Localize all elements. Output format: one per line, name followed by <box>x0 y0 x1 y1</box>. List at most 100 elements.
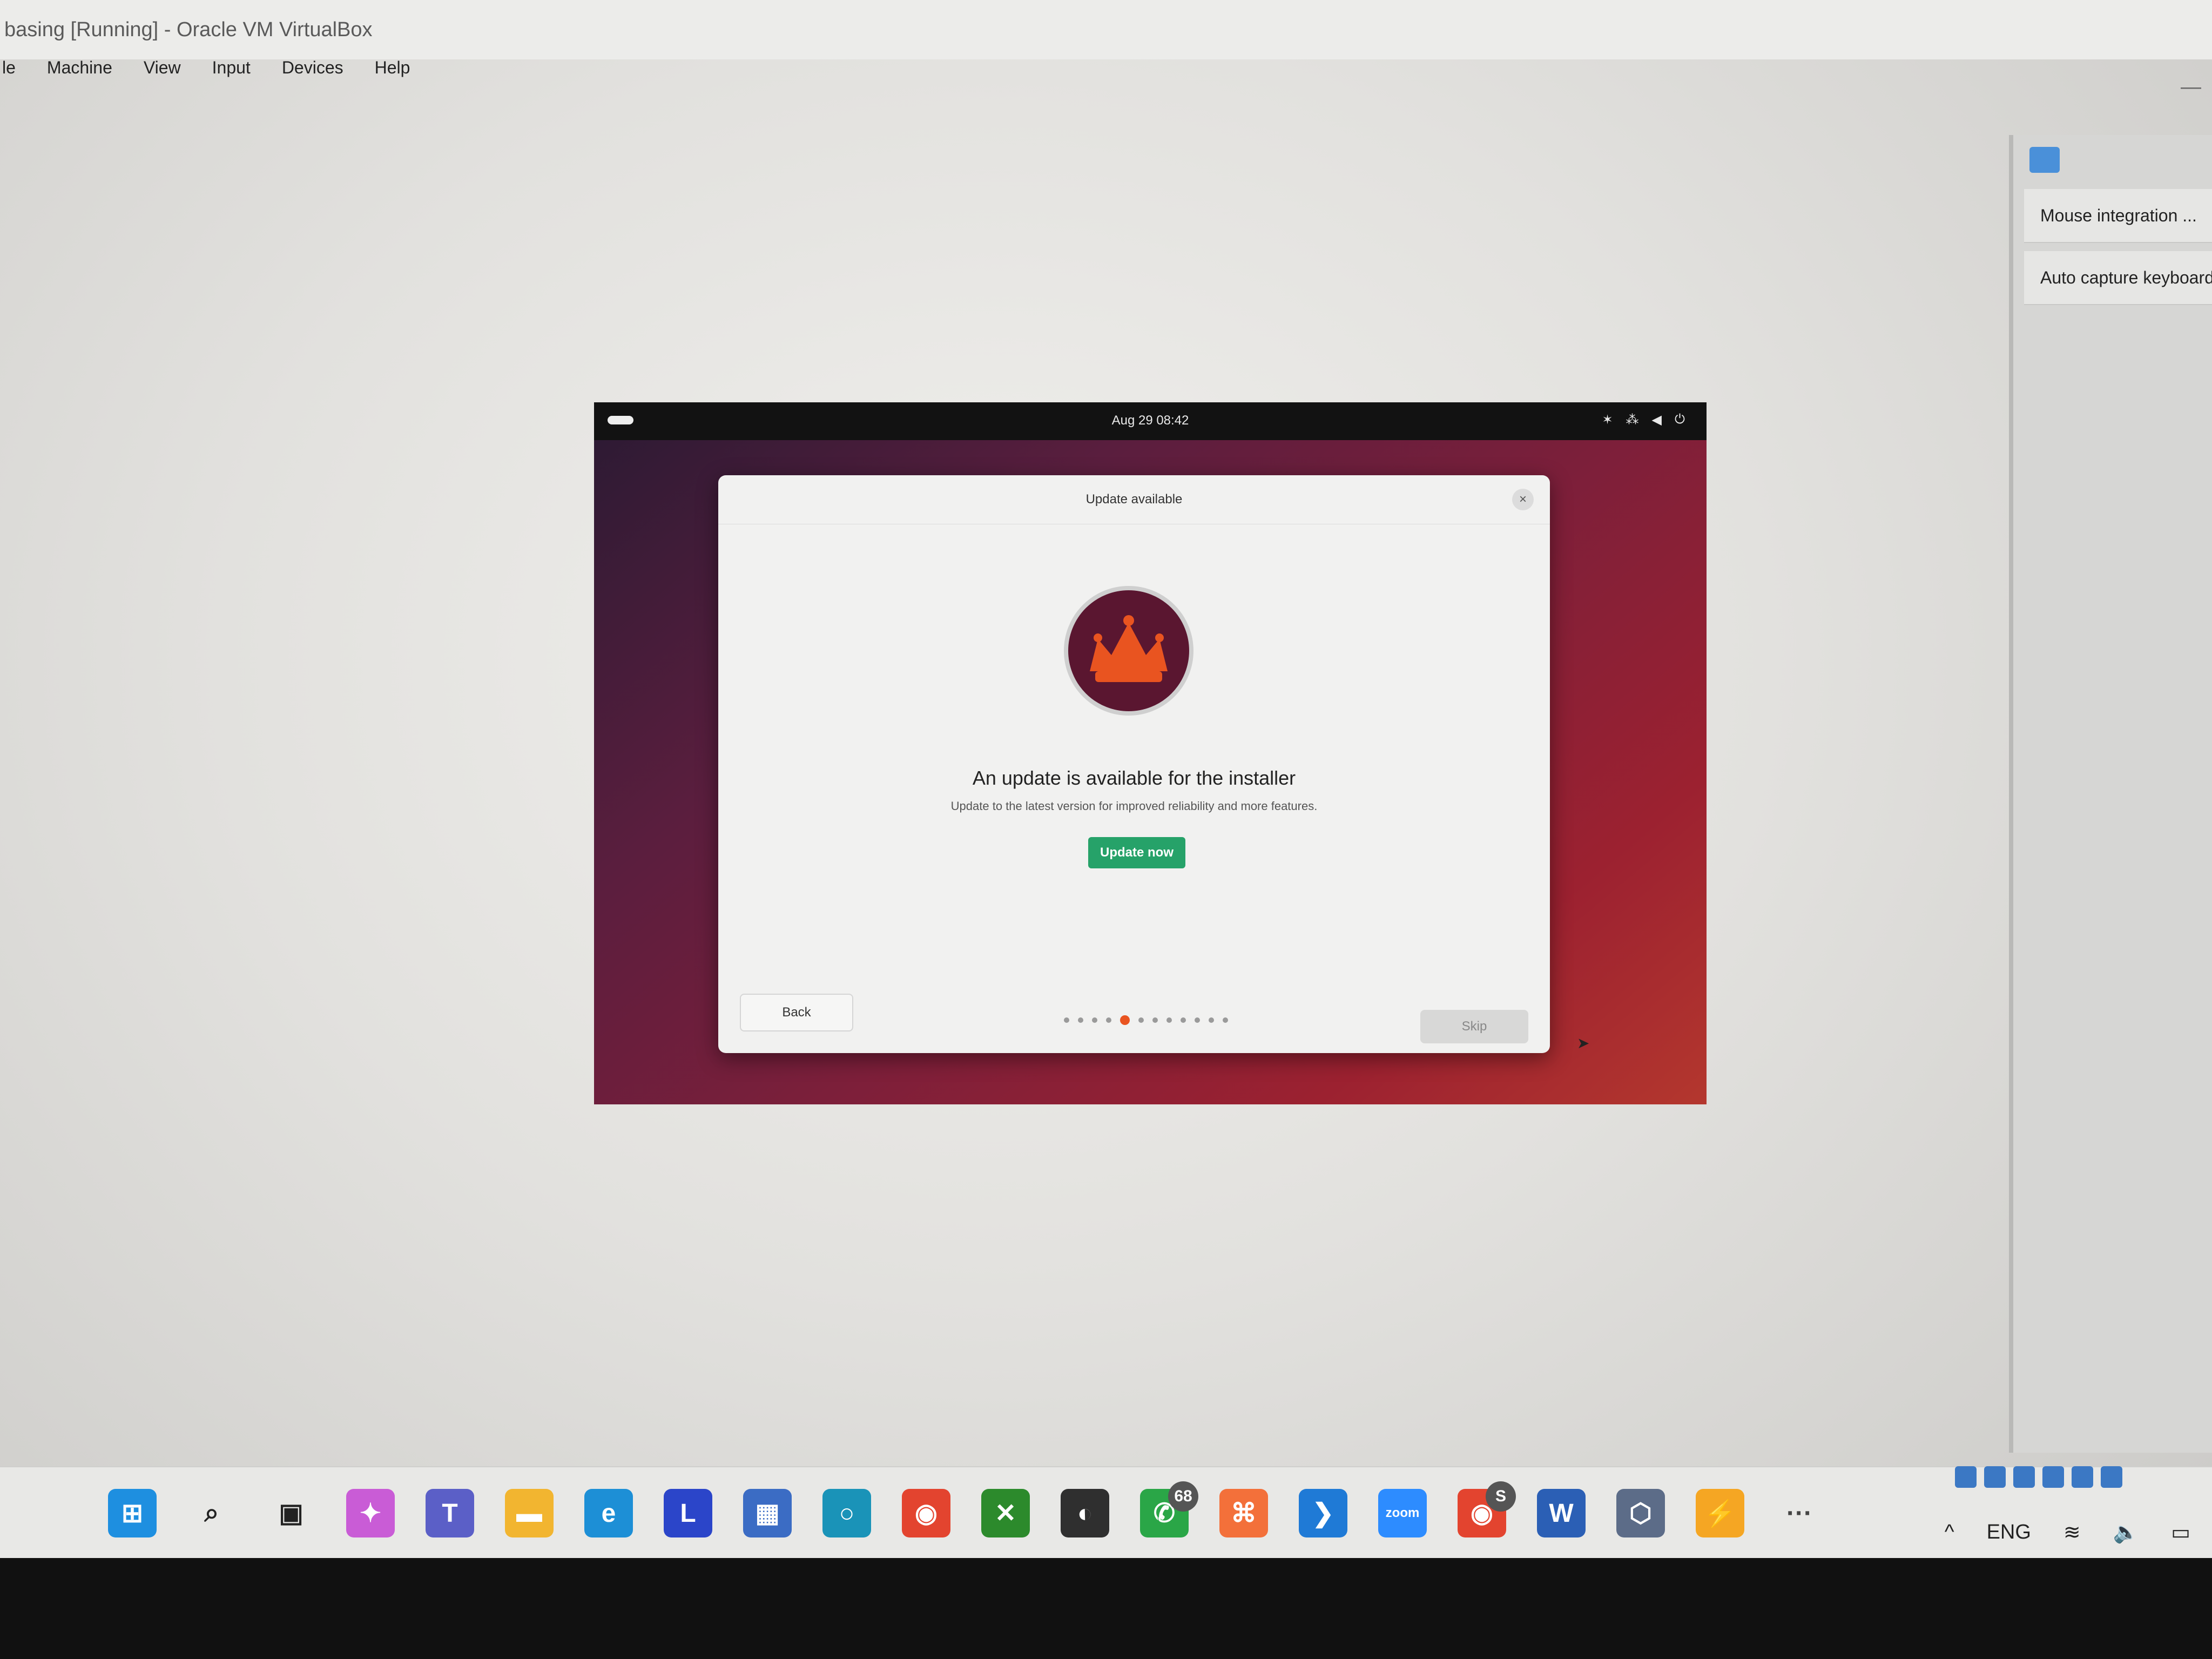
xampp-icon[interactable]: ⌘ <box>1219 1489 1268 1537</box>
clock[interactable]: Aug 29 08:42 <box>594 413 1707 428</box>
progress-dot <box>1166 1017 1172 1023</box>
vscode-glyph: ❯ <box>1312 1499 1334 1528</box>
virtualbox-icon[interactable]: ⬡ <box>1616 1489 1665 1537</box>
virtualbox-glyph: ⬡ <box>1629 1499 1652 1528</box>
mouse-pointer-icon: ➤ <box>1577 1035 1590 1051</box>
progress-dot <box>1181 1017 1186 1023</box>
teams-icon[interactable]: T <box>426 1489 474 1537</box>
progress-dot <box>1064 1017 1069 1023</box>
obs-glyph: ◐ <box>1077 1499 1093 1528</box>
system-tray-windows: ^ ENG ≋ 🔈 ▭ <box>1945 1520 2190 1545</box>
windows-taskbar: ⊞ ⌕ ▣ ✦ T ▬ e L ▦ ○ ◉ ✕ ◐ ✆ 68 ⌘ ❯ zoom ◉ S W ⬡ ⚡ ··· <box>0 1466 2212 1559</box>
volume-icon: ◀ <box>1651 413 1662 427</box>
chrome-icon[interactable]: ◉ <box>902 1489 950 1537</box>
headline: An update is available for the installer <box>972 767 1296 789</box>
sublime-icon[interactable]: ⚡ <box>1696 1489 1744 1537</box>
sublime-glyph: ⚡ <box>1704 1499 1736 1528</box>
menu-help[interactable]: Help <box>373 58 413 78</box>
start-glyph: ⊞ <box>121 1499 144 1528</box>
disk-icon[interactable] <box>1955 1466 1977 1488</box>
notification-badge: 68 <box>1168 1481 1198 1512</box>
window-title: basing [Running] - Oracle VM VirtualBox <box>4 18 373 41</box>
edge-glyph: e <box>601 1499 616 1528</box>
power-icon: ⏻ <box>1675 412 1685 427</box>
back-button[interactable]: Back <box>740 994 853 1031</box>
chrome-profile-icon[interactable]: ◉ S <box>1458 1481 1516 1537</box>
zoom-icon[interactable]: zoom <box>1378 1489 1427 1537</box>
task-view-glyph: ▣ <box>279 1499 304 1528</box>
menu-file[interactable]: le <box>0 58 18 78</box>
menu-machine[interactable]: Machine <box>45 58 114 78</box>
wifi-icon[interactable]: ≋ <box>2063 1520 2081 1545</box>
shared-folder-icon[interactable] <box>2072 1466 2093 1488</box>
crown-icon <box>1064 586 1193 716</box>
monitor-bezel <box>0 1558 2212 1659</box>
gnome-top-bar: Aug 29 08:42 ✶ ⁂ ◀ ⏻ <box>594 402 1707 440</box>
dialog-title: Update available <box>718 475 1550 524</box>
auto-capture-notice[interactable]: Auto capture keyboard <box>2024 251 2212 305</box>
auto-capture-label: Auto capture keyboard <box>2040 267 2212 287</box>
progress-dot-active <box>1120 1015 1130 1025</box>
xbox-glyph: ✕ <box>994 1499 1017 1528</box>
mouse-integration-notice[interactable]: Mouse integration ... <box>2024 189 2212 243</box>
network-icon: ⁂ <box>1626 413 1639 427</box>
accessibility-icon: ✶ <box>1602 413 1613 427</box>
usb-icon[interactable] <box>2042 1466 2064 1488</box>
menu-view[interactable]: View <box>141 58 183 78</box>
l-app-icon[interactable]: L <box>664 1489 712 1537</box>
progress-dot <box>1092 1017 1097 1023</box>
menu-bar: le Machine View Input Devices Help <box>0 51 2212 84</box>
language-indicator[interactable]: ENG <box>1987 1521 2031 1544</box>
skip-button[interactable]: Skip <box>1420 1010 1528 1043</box>
search-icon[interactable]: ⌕ <box>187 1489 236 1537</box>
start-icon[interactable]: ⊞ <box>108 1489 157 1537</box>
copilot-icon[interactable]: ✦ <box>346 1489 395 1537</box>
close-button[interactable]: × <box>1512 489 1534 510</box>
vm-display[interactable]: Aug 29 08:42 ✶ ⁂ ◀ ⏻ Update available × … <box>594 402 1707 1104</box>
progress-dot <box>1195 1017 1200 1023</box>
obs-icon[interactable]: ◐ <box>1061 1489 1109 1537</box>
whatsapp-icon[interactable]: ✆ 68 <box>1140 1481 1198 1537</box>
copilot-glyph: ✦ <box>359 1499 382 1528</box>
installer-dialog: Update available × An update is availabl… <box>718 475 1589 1053</box>
chrome-glyph: ◉ <box>915 1499 938 1528</box>
file-explorer-glyph: ▬ <box>516 1499 542 1528</box>
more-glyph: ··· <box>1786 1499 1812 1528</box>
store-glyph: ▦ <box>755 1499 780 1528</box>
file-explorer-icon[interactable]: ▬ <box>505 1489 554 1537</box>
menu-input[interactable]: Input <box>210 58 253 78</box>
more-icon[interactable]: ··· <box>1775 1489 1824 1537</box>
vscode-icon[interactable]: ❯ <box>1299 1489 1347 1537</box>
optical-icon[interactable] <box>1984 1466 2006 1488</box>
xampp-glyph: ⌘ <box>1231 1499 1257 1528</box>
chat-bubble-icon[interactable] <box>2029 147 2060 173</box>
zoom-glyph: zoom <box>1385 1506 1420 1520</box>
window-titlebar: basing [Running] - Oracle VM VirtualBox <box>0 0 2212 59</box>
volume-icon[interactable]: 🔈 <box>2113 1521 2139 1545</box>
progress-dot <box>1152 1017 1158 1023</box>
progress-dot <box>1223 1017 1228 1023</box>
task-view-icon[interactable]: ▣ <box>267 1489 315 1537</box>
close-icon: × <box>1519 492 1527 507</box>
l-app-glyph: L <box>680 1499 696 1528</box>
update-now-button[interactable]: Update now <box>1088 837 1185 868</box>
progress-dot <box>1106 1017 1111 1023</box>
word-icon[interactable]: W <box>1537 1489 1586 1537</box>
vm-status-icons <box>1955 1466 2122 1488</box>
display-icon[interactable] <box>2101 1466 2122 1488</box>
progress-dot <box>1078 1017 1083 1023</box>
menu-devices[interactable]: Devices <box>280 58 346 78</box>
notification-panel: Mouse integration ... Auto capture keybo… <box>2009 135 2212 1453</box>
network-status-icon[interactable] <box>2013 1466 2035 1488</box>
progress-dot <box>1209 1017 1214 1023</box>
battery-icon[interactable]: ▭ <box>2171 1520 2190 1545</box>
system-tray[interactable]: ✶ ⁂ ◀ ⏻ <box>1602 412 1685 428</box>
teams-glyph: T <box>442 1499 458 1528</box>
chevron-up-icon[interactable]: ^ <box>1945 1521 1954 1544</box>
edge-icon[interactable]: e <box>584 1489 633 1537</box>
cortana-icon[interactable]: ○ <box>822 1489 871 1537</box>
xbox-icon[interactable]: ✕ <box>981 1489 1030 1537</box>
subline: Update to the latest version for improve… <box>950 799 1318 813</box>
mouse-integration-label: Mouse integration ... <box>2040 205 2197 225</box>
store-icon[interactable]: ▦ <box>743 1489 792 1537</box>
